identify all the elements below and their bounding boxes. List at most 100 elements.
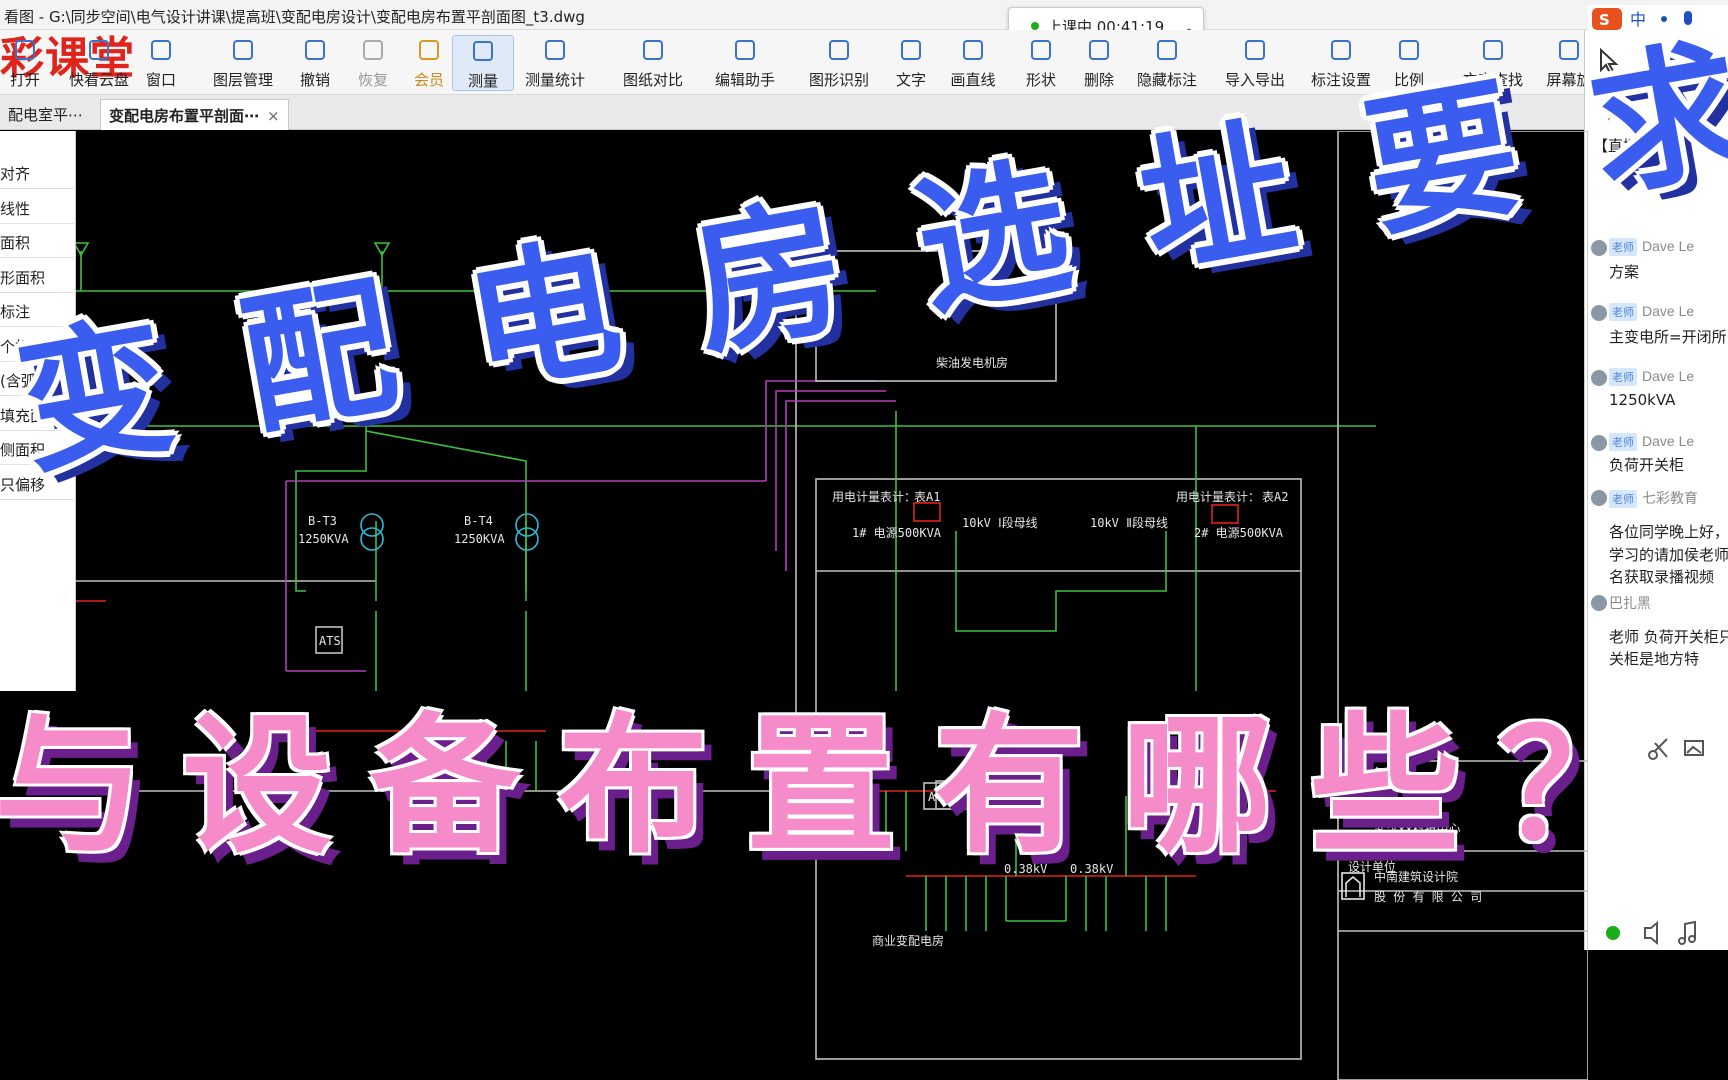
chat-message-text: 学习的请加侯老师 [1609, 546, 1728, 564]
chat-message-text: 各位同学晚上好， [1609, 523, 1728, 541]
toolbar-button-redo[interactable]: 恢复 [350, 35, 396, 91]
measure-icon [473, 41, 493, 61]
toolbar-button-window[interactable]: 窗口 [136, 35, 186, 91]
cad-label: 1250KVA [298, 532, 349, 546]
toolbar-button-text[interactable]: 文字 [888, 35, 934, 91]
toolbar-button-label: 窗口 [145, 71, 176, 89]
eraser-icon [1089, 40, 1109, 60]
cad-label: 10kV Ⅰ段母线 [962, 515, 1038, 530]
close-icon[interactable]: × [267, 107, 280, 125]
toolbar-button-shape-recognize[interactable]: 图形识别 [802, 35, 876, 91]
role-badge: 老师 [1609, 238, 1637, 256]
chat-sender: 老师 Dave Le [1609, 303, 1694, 321]
toolbar-button-label: 快看云盘 [68, 71, 129, 89]
toolbar-button-measure[interactable]: 测量 [452, 35, 514, 91]
chat-sender-name: Dave Le [1642, 368, 1695, 384]
import-export-icon [1245, 40, 1265, 60]
role-badge: 老师 [1609, 490, 1637, 508]
chat-message-text: 名获取录播视频 [1609, 568, 1715, 586]
chat-sender: 老师 Dave Le [1609, 433, 1694, 451]
toolbar-button-layers[interactable]: 图层管理 [198, 35, 288, 91]
cad-label: ATS [319, 634, 341, 648]
toolbar-button-undo[interactable]: 撤销 [292, 35, 338, 91]
role-badge: 老师 [1609, 433, 1637, 451]
tab-label: 变配电房布置平剖面⋯ [109, 107, 260, 125]
avatar [1591, 490, 1607, 506]
toolbar-button-shape[interactable]: 形状 [1018, 35, 1064, 91]
toolbar-button-edit-assistant[interactable]: 编辑助手 [708, 35, 782, 91]
tab-substation-layout[interactable]: 变配电房布置平剖面⋯ × [100, 99, 289, 130]
tab-distribution-room[interactable]: 配电室平⋯ [0, 99, 91, 130]
role-badge: 老师 [1609, 368, 1637, 386]
chat-sender-name: 巴扎黑 [1609, 595, 1651, 611]
title-bar: 看图 - G:\同步空间\电气设计讲课\提高班\变配电房设计\变配电房布置平剖面… [0, 0, 1728, 30]
undo-icon [305, 40, 325, 60]
chat-sender-name: Dave Le [1642, 238, 1695, 254]
cad-label: B-T4 [464, 514, 493, 528]
chat-message-text: 主变电所=开闭所 [1609, 328, 1727, 346]
chat-sender-name: Dave Le [1642, 303, 1695, 319]
edit-assistant-icon [735, 40, 755, 60]
toolbar-button-vip[interactable]: 会员 [406, 35, 452, 91]
cad-label: 股 份 有 限 公 司 [1374, 890, 1482, 904]
toolbar-button-label: 图层管理 [212, 71, 273, 89]
cad-label: 商业变配电房 [872, 933, 944, 948]
toolbar-button-label: 文字 [895, 71, 926, 89]
avatar [1591, 595, 1607, 611]
chat-message-text: 负荷开关柜 [1609, 456, 1685, 474]
cad-label: 表A1 [914, 490, 940, 504]
measure-menu-item[interactable]: 面积 [0, 224, 76, 258]
cloud-icon [89, 40, 109, 60]
line-icon [963, 40, 983, 60]
avatar [1591, 305, 1607, 321]
cad-label: 柴油发电机房 [936, 355, 1008, 370]
image-icon [1684, 740, 1704, 756]
cad-label: 用电计量表计： [1176, 490, 1260, 504]
recording-dot-icon [1031, 22, 1039, 30]
avatar [1591, 370, 1607, 386]
compare-icon [643, 40, 663, 60]
toolbar-button-label: 测量 [467, 72, 498, 90]
speaker-icon [1644, 920, 1658, 946]
microphone-icon [1606, 926, 1620, 940]
shape-icon [1031, 40, 1051, 60]
toolbar-button-label: 测量统计 [524, 71, 585, 89]
cad-label: 1250KVA [454, 532, 505, 546]
cad-label: 2# 电源500KVA [1194, 526, 1284, 540]
tab-label: 配电室平⋯ [8, 106, 84, 124]
avatar [1591, 240, 1607, 256]
cad-label: 1# 电源500KVA [852, 526, 942, 540]
cad-label: 表A2 [1262, 490, 1288, 504]
chat-message-text: 1250kVA [1609, 391, 1676, 409]
toolbar-button-label: 会员 [413, 71, 444, 89]
toolbar-button-label: 形状 [1025, 71, 1056, 89]
redo-icon [363, 40, 383, 60]
hide-annotation-icon [1157, 40, 1177, 60]
measure-stats-icon [545, 40, 565, 60]
layers-icon [233, 40, 253, 60]
measure-menu-item[interactable]: 对齐 [0, 155, 76, 189]
cad-label: 用电计量表计： [832, 490, 916, 504]
chat-sender: 老师 Dave Le [1609, 368, 1694, 386]
shape-recognize-icon [829, 40, 849, 60]
text-icon [901, 40, 921, 60]
toolbar-button-label: 图形识别 [808, 71, 869, 89]
window-icon [151, 40, 171, 60]
chat-sender: 巴扎黑 [1609, 593, 1651, 613]
cad-label: 10kV Ⅱ段母线 [1090, 515, 1168, 530]
toolbar-button-eraser[interactable]: 删除 [1076, 35, 1122, 91]
toolbar-button-cloud[interactable]: 快看云盘 [54, 35, 144, 91]
measure-menu-item[interactable]: 线性 [0, 190, 76, 224]
folder-icon [15, 40, 35, 60]
overlay-headline-secondary: 与设备布置有哪些？ [0, 700, 1687, 874]
toolbar-button-label: 删除 [1083, 71, 1114, 89]
toolbar-button-folder[interactable]: 打开 [0, 35, 50, 91]
toolbar-button-label: 恢复 [357, 71, 388, 89]
toolbar-button-line[interactable]: 画直线 [944, 35, 1002, 91]
toolbar-button-label: 撤销 [299, 71, 330, 89]
chat-bottom-bar [1606, 920, 1696, 946]
chat-sender-name: Dave Le [1642, 433, 1695, 449]
toolbar-button-compare[interactable]: 图纸对比 [616, 35, 690, 91]
toolbar-button-measure-stats[interactable]: 测量统计 [520, 35, 590, 91]
music-icon [1678, 920, 1696, 945]
